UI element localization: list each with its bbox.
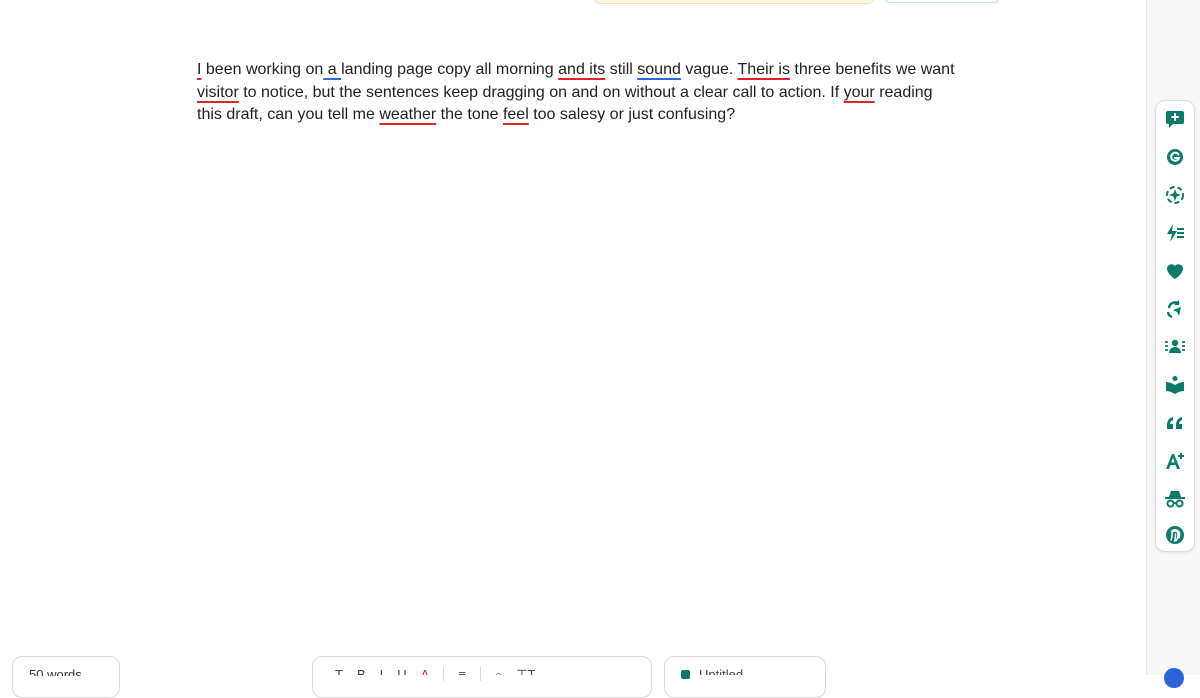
word-count-box[interactable]: 50 words xyxy=(12,656,120,698)
format-button[interactable]: I xyxy=(380,667,384,675)
text-run: vague. xyxy=(680,61,738,78)
format-button[interactable]: A xyxy=(421,667,430,675)
toolbar-divider xyxy=(479,667,481,681)
format-button[interactable]: ⌕ xyxy=(495,667,502,675)
rail-bottom-badge[interactable] xyxy=(1164,668,1184,688)
format-button[interactable]: T xyxy=(335,667,343,675)
book-reader-icon[interactable] xyxy=(1156,370,1194,400)
rewrite-arrow-icon[interactable] xyxy=(1156,294,1194,324)
format-toolbar: T B I U A ≡ ⌕ ⊤T xyxy=(312,656,652,698)
text-run: to notice, but the sentences keep draggi… xyxy=(238,83,844,101)
font-plus-icon[interactable] xyxy=(1156,446,1194,476)
lightning-list-icon[interactable] xyxy=(1156,218,1194,248)
format-button[interactable]: ⊤T xyxy=(516,667,535,675)
chat-add-icon[interactable] xyxy=(1156,104,1194,134)
text-run: too salesy or just confusing? xyxy=(528,106,736,123)
text-run: the tone xyxy=(436,106,503,123)
incognito-icon[interactable] xyxy=(1156,484,1194,514)
top-banner-yellow xyxy=(594,0,874,4)
text-run: landing page copy all morning xyxy=(341,61,559,78)
assistant-toolbar xyxy=(1155,100,1195,552)
editor-text[interactable]: I been working on a landing page copy al… xyxy=(197,59,957,127)
format-button[interactable]: U xyxy=(397,667,406,675)
fingerprint-icon[interactable] xyxy=(1156,520,1194,550)
flagged-text[interactable]: Their is xyxy=(738,61,790,78)
audience-icon[interactable] xyxy=(1156,332,1194,362)
heart-icon[interactable] xyxy=(1156,256,1194,286)
text-run: three benefits we want xyxy=(789,61,955,78)
flagged-text[interactable]: and its xyxy=(558,61,605,78)
quote-icon[interactable] xyxy=(1156,408,1194,438)
flagged-text[interactable]: weather xyxy=(379,106,436,123)
document-title-box[interactable]: Untitled xyxy=(664,656,826,698)
flagged-text[interactable]: sound xyxy=(637,61,681,78)
text-run: still xyxy=(605,61,638,78)
flagged-text[interactable]: your xyxy=(844,84,875,101)
format-button[interactable]: ≡ xyxy=(458,667,466,675)
top-button-teal[interactable] xyxy=(884,0,1000,3)
flagged-text[interactable]: visitor xyxy=(197,84,239,101)
text-run: been working on xyxy=(201,61,324,78)
grammarly-logo-icon[interactable] xyxy=(1156,142,1194,172)
sparkle-badge-icon[interactable] xyxy=(1156,180,1194,210)
format-button[interactable]: B xyxy=(357,667,366,675)
flagged-text[interactable]: a xyxy=(323,61,341,78)
toolbar-divider xyxy=(443,667,445,681)
document-title: Untitled xyxy=(699,667,744,675)
flagged-text[interactable]: feel xyxy=(503,106,529,123)
